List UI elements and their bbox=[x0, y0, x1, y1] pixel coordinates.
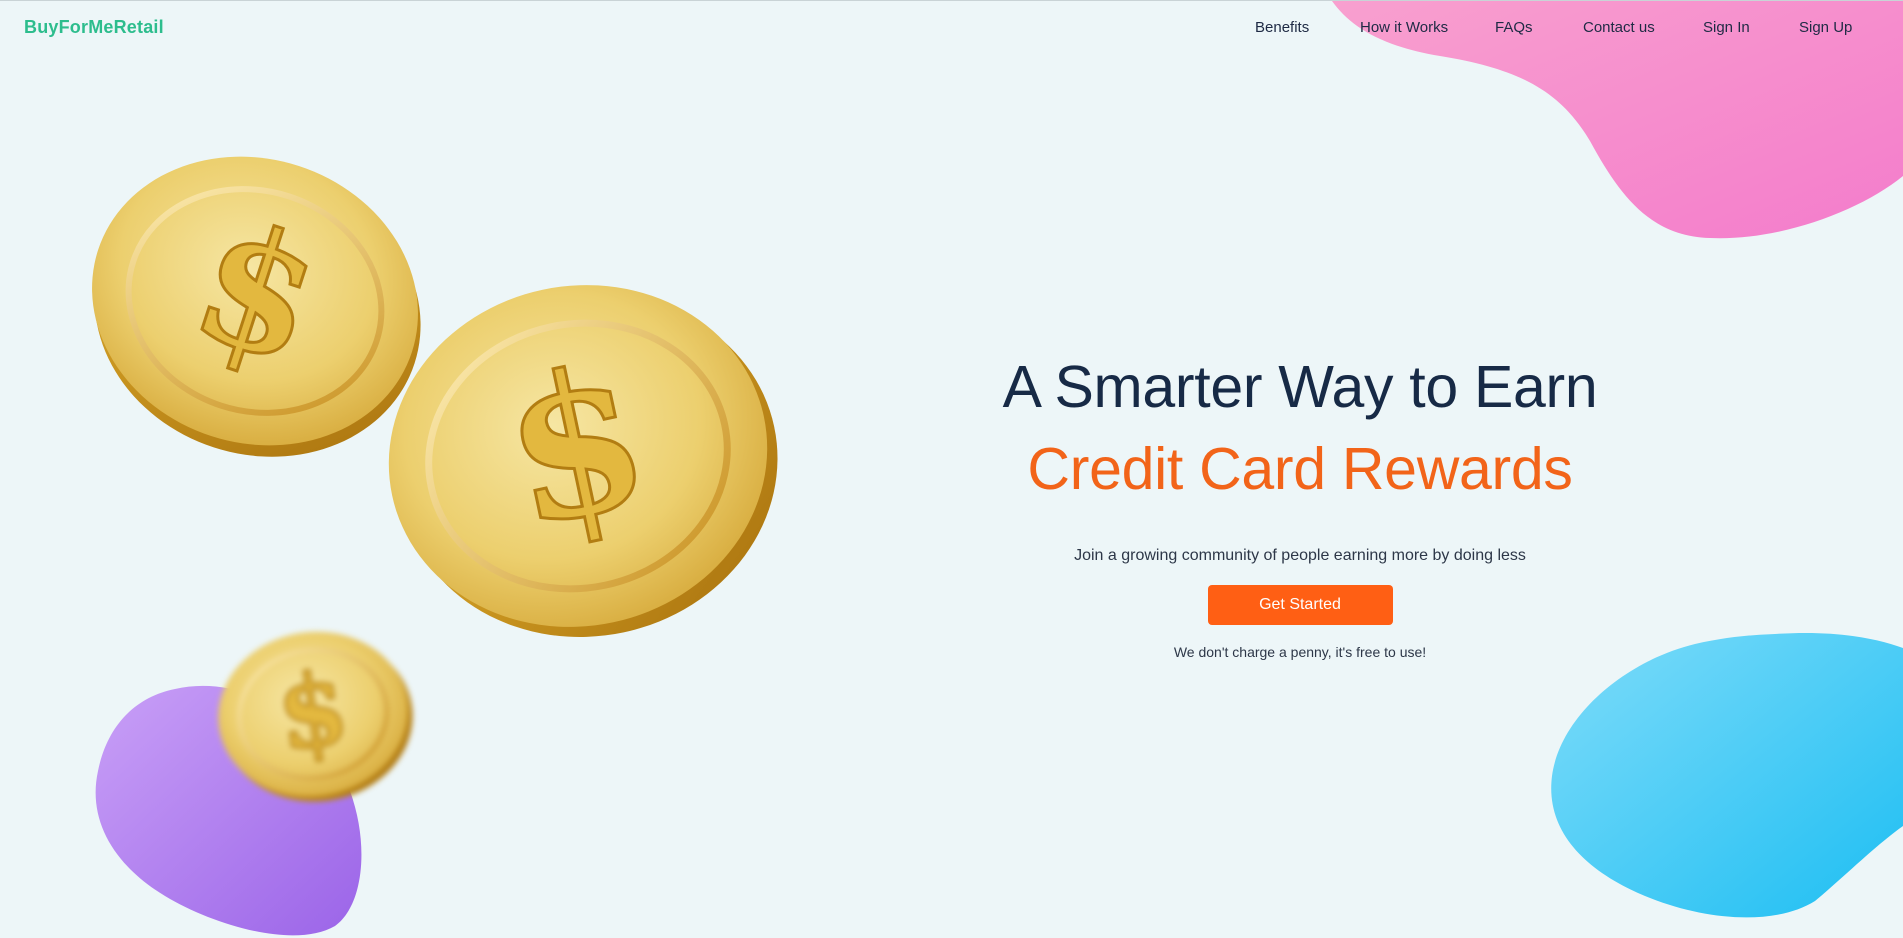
coins-illustration: $ $ $ bbox=[92, 156, 778, 802]
nav-sign-up-link[interactable]: Sign Up bbox=[1799, 19, 1852, 36]
dollar-coin-icon: $ bbox=[218, 631, 413, 802]
nav-faqs-link[interactable]: FAQs bbox=[1495, 19, 1533, 36]
get-started-button[interactable]: Get Started bbox=[1207, 585, 1393, 625]
top-nav: Benefits How it Works FAQs Contact us Si… bbox=[1230, 19, 1870, 43]
dollar-coin-icon: $ bbox=[388, 285, 778, 637]
blue-blob-decoration bbox=[1545, 626, 1903, 926]
nav-sign-in-link[interactable]: Sign In bbox=[1703, 19, 1750, 36]
landing-page: $ $ $ BuyForMeRetail Benefits How it Wor… bbox=[0, 0, 1903, 938]
hero-section: A Smarter Way to Earn Credit Card Reward… bbox=[900, 351, 1700, 660]
hero-highlight: Credit Card Rewards bbox=[1027, 436, 1573, 502]
brand-logo[interactable]: BuyForMeRetail bbox=[24, 17, 164, 38]
nav-how-it-works-link[interactable]: How it Works bbox=[1360, 19, 1448, 36]
hero-title: A Smarter Way to Earn bbox=[1002, 354, 1598, 420]
nav-contact-us-link[interactable]: Contact us bbox=[1583, 19, 1655, 36]
free-to-use-note: We don't charge a penny, it's free to us… bbox=[1173, 644, 1427, 660]
nav-benefits-link[interactable]: Benefits bbox=[1255, 19, 1309, 36]
hero-tagline: Join a growing community of people earni… bbox=[1074, 547, 1526, 564]
